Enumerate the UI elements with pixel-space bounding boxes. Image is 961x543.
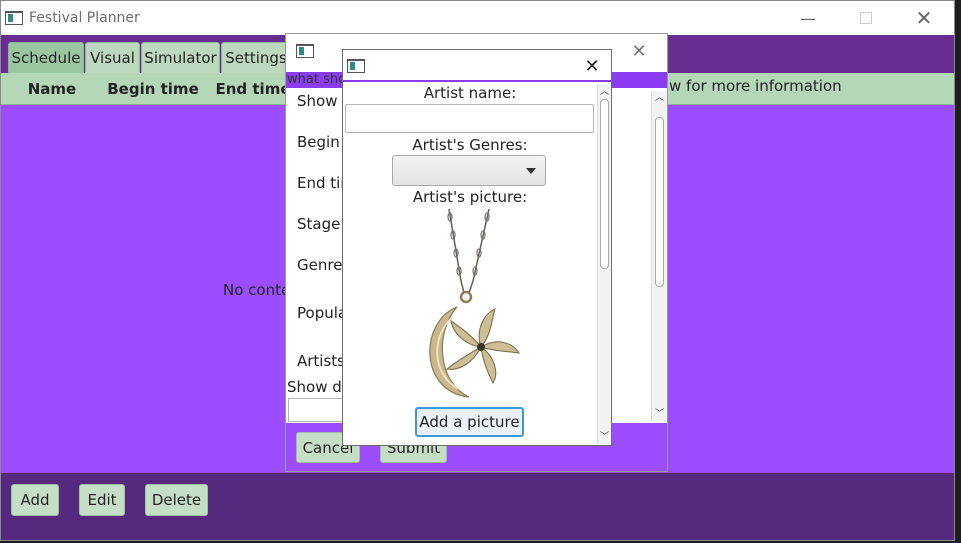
minimize-icon[interactable]: — <box>785 1 831 35</box>
tab-visual[interactable]: Visual <box>85 42 140 73</box>
tab-label: Settings <box>225 49 287 67</box>
tab-settings[interactable]: Settings <box>221 42 291 73</box>
edit-button[interactable]: Edit <box>79 484 125 516</box>
scrollbar-thumb[interactable] <box>655 117 664 287</box>
column-header-name[interactable]: Name <box>1 73 103 105</box>
show-description-input[interactable] <box>288 398 348 422</box>
artist-dialog-scrollbar[interactable]: ︿ ﹀ <box>597 84 611 445</box>
maximize-icon[interactable] <box>843 1 889 35</box>
tab-label: Schedule <box>11 49 81 67</box>
tab-simulator[interactable]: Simulator <box>141 42 220 73</box>
close-icon[interactable]: ✕ <box>901 1 947 35</box>
artist-picture-label: Artist's picture: <box>412 188 528 206</box>
delete-button[interactable]: Delete <box>145 484 208 516</box>
window-title: Festival Planner <box>29 10 140 26</box>
dropdown-arrow-icon <box>526 168 536 174</box>
chevron-up-icon[interactable]: ︿ <box>655 93 664 103</box>
artist-genres-label: Artist's Genres: <box>412 136 528 154</box>
app-icon <box>296 44 314 58</box>
add-button[interactable]: Add <box>11 484 59 516</box>
close-icon[interactable]: ✕ <box>569 50 611 83</box>
tab-label: Simulator <box>144 49 217 67</box>
chevron-down-icon[interactable]: ﹀ <box>600 432 609 442</box>
show-dialog-scrollbar[interactable]: ︿ ﹀ <box>651 91 667 421</box>
field-label-genre: Genre: <box>297 256 348 274</box>
chevron-down-icon[interactable]: ﹀ <box>655 409 664 419</box>
column-header-begin-time[interactable]: Begin time <box>103 73 203 105</box>
artist-picture <box>369 207 569 407</box>
bottom-toolbar: Add Edit Delete <box>1 473 954 540</box>
info-text: w for more information <box>669 77 842 95</box>
tab-label: Visual <box>90 49 135 67</box>
genres-dropdown[interactable] <box>392 155 546 186</box>
artist-name-input[interactable] <box>345 104 594 133</box>
artist-name-label: Artist name: <box>423 84 517 102</box>
app-icon <box>347 59 365 73</box>
chevron-up-icon[interactable]: ︿ <box>600 87 609 97</box>
show-dialog-header-text: what sho <box>287 72 347 87</box>
field-label-stage: Stage: <box>297 215 346 233</box>
close-icon[interactable]: ✕ <box>616 34 662 68</box>
artist-form: Artist name: Artist's Genres: Artist's p… <box>343 84 597 445</box>
tab-schedule[interactable]: Schedule <box>8 42 84 73</box>
app-icon <box>5 11 23 25</box>
pendant-image <box>429 208 521 398</box>
field-label-popularity: Popula <box>297 304 348 322</box>
scrollbar-thumb[interactable] <box>600 99 609 269</box>
main-titlebar: Festival Planner — ✕ <box>1 1 954 35</box>
add-picture-button[interactable]: Add a picture <box>415 407 524 437</box>
artist-dialog-titlebar: ✕ <box>343 50 611 83</box>
artist-dialog: ✕ Artist name: Artist's Genres: Artist's… <box>342 49 612 446</box>
